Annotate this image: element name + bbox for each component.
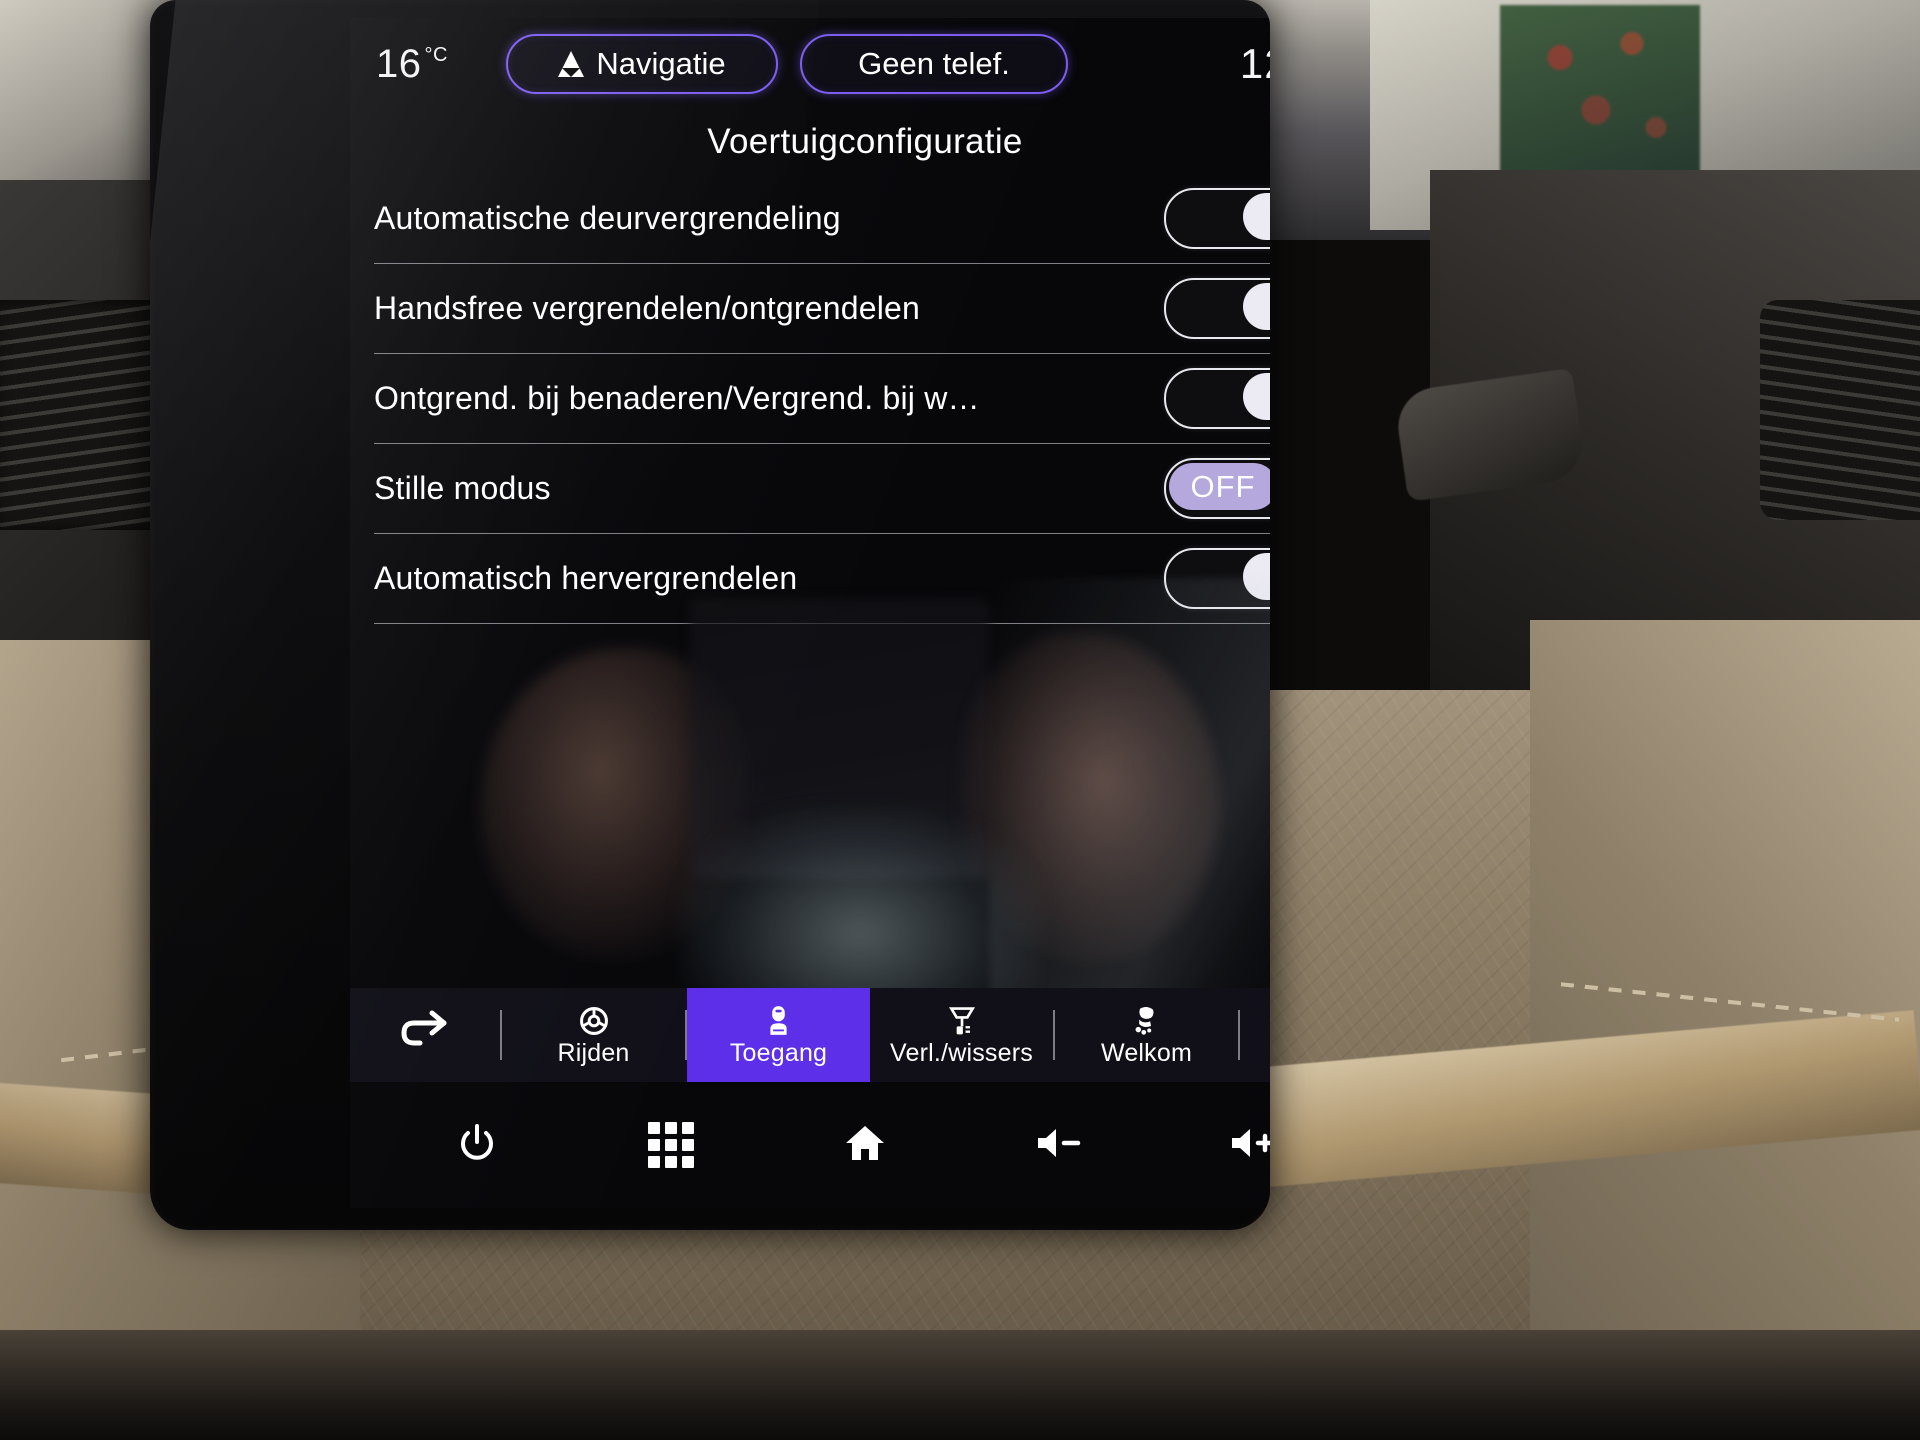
back-arrow-icon: [398, 1009, 452, 1062]
air-vent-left: [0, 300, 175, 530]
setting-row-auto-door-lock[interactable]: Automatische deurvergrendeling ON: [374, 174, 1270, 264]
christmas-tree-background: [1500, 5, 1700, 180]
setting-row-approach-unlock[interactable]: Ontgrend. bij benaderen/Vergrend. bij we…: [374, 354, 1270, 444]
toggle-knob: ON: [1243, 283, 1270, 330]
tab-verl-wissers[interactable]: Verl./wissers: [870, 988, 1053, 1082]
air-vent-right: [1760, 300, 1920, 520]
toggle-knob: OFF: [1169, 463, 1270, 510]
toggle-handsfree-lock-unlock[interactable]: ON: [1164, 278, 1270, 339]
tab-rijden[interactable]: Rijden: [502, 988, 685, 1082]
page-header: Voertuigconfiguratie: [350, 110, 1270, 174]
navigation-pill-label: Navigatie: [596, 46, 726, 81]
tab-label: Rijden: [557, 1038, 630, 1067]
volume-down-button[interactable]: [1013, 1099, 1105, 1191]
status-bar: 16°C Navigatie Geen telef. 12:13: [350, 18, 1270, 110]
setting-label: Automatische deurvergrendeling: [374, 200, 841, 236]
setting-label: Ontgrend. bij benaderen/Vergrend. bij we…: [374, 380, 994, 416]
toggle-knob: ON: [1243, 373, 1270, 420]
reflection-hand-right: [960, 633, 1220, 963]
steering-wheel-icon: [578, 1003, 610, 1037]
setting-label: Automatisch hervergrendelen: [374, 560, 798, 596]
temperature-value: 16: [376, 41, 422, 86]
tab-label: Welkom: [1100, 1038, 1193, 1067]
power-button[interactable]: [431, 1099, 523, 1191]
reflection-hand-left: [480, 648, 750, 958]
page-title: Voertuigconfiguratie: [707, 122, 1023, 161]
apps-button[interactable]: [625, 1099, 717, 1191]
setting-row-handsfree-lock-unlock[interactable]: Handsfree vergrendelen/ontgrendelen ON: [374, 264, 1270, 354]
phone-pill-label: Geen telef.: [858, 46, 1010, 81]
tab-label: Verl./wissers: [890, 1038, 1033, 1067]
setting-row-auto-relock[interactable]: Automatisch hervergrendelen ON: [374, 534, 1270, 624]
car-key-icon: [765, 1003, 792, 1037]
navigation-pill[interactable]: Navigatie: [506, 34, 778, 94]
toggle-auto-door-lock[interactable]: ON: [1164, 188, 1270, 249]
console-shadow: [0, 1330, 1920, 1440]
setting-label: Handsfree vergrendelen/ontgrendelen: [374, 290, 921, 326]
toggle-knob: ON: [1243, 553, 1270, 600]
apps-grid-icon: [648, 1122, 694, 1168]
setting-row-silent-mode[interactable]: Stille modus OFF: [374, 444, 1270, 534]
volume-down-icon: [1034, 1124, 1084, 1167]
toggle-silent-mode[interactable]: OFF: [1164, 458, 1270, 519]
phone-pill[interactable]: Geen telef.: [800, 34, 1068, 94]
dashboard-photo: 16°C Navigatie Geen telef. 12:13 Voertui…: [0, 0, 1920, 1440]
tab-label: Toegang: [729, 1038, 828, 1067]
lights-wipers-icon: [946, 1003, 978, 1037]
power-icon: [457, 1123, 497, 1168]
back-button[interactable]: [350, 988, 500, 1082]
reflection-window-light: [680, 808, 1040, 1018]
system-bar: [350, 1082, 1270, 1208]
infotainment-screen[interactable]: 16°C Navigatie Geen telef. 12:13 Voertui…: [350, 18, 1270, 1208]
navigation-arrow-icon: [558, 51, 585, 77]
tab-welkom[interactable]: Welkom: [1055, 988, 1238, 1082]
reflection-phone: [690, 598, 990, 878]
more-options-button[interactable]: [1240, 988, 1270, 1082]
temperature-unit: °C: [424, 43, 448, 66]
toggle-auto-relock[interactable]: ON: [1164, 548, 1270, 609]
home-button[interactable]: [819, 1099, 911, 1191]
setting-label: Stille modus: [374, 470, 551, 506]
tab-toegang[interactable]: Toegang: [687, 988, 870, 1082]
reflection-streak: [990, 578, 1270, 1048]
toggle-knob: ON: [1243, 193, 1270, 240]
home-icon: [843, 1123, 887, 1168]
outside-temperature: 16 °C: [376, 42, 496, 87]
clock: 12:13: [1239, 40, 1270, 87]
section-tabbar: Rijden Toegang Verl./wissers Welkom: [350, 988, 1270, 1082]
volume-up-icon: [1228, 1124, 1270, 1167]
volume-up-button[interactable]: [1207, 1099, 1270, 1191]
toggle-approach-unlock[interactable]: ON: [1164, 368, 1270, 429]
welcome-driver-icon: [1131, 1003, 1162, 1037]
settings-list: Automatische deurvergrendeling ON Handsf…: [350, 174, 1270, 624]
infotainment-bezel: 16°C Navigatie Geen telef. 12:13 Voertui…: [150, 0, 1270, 1230]
